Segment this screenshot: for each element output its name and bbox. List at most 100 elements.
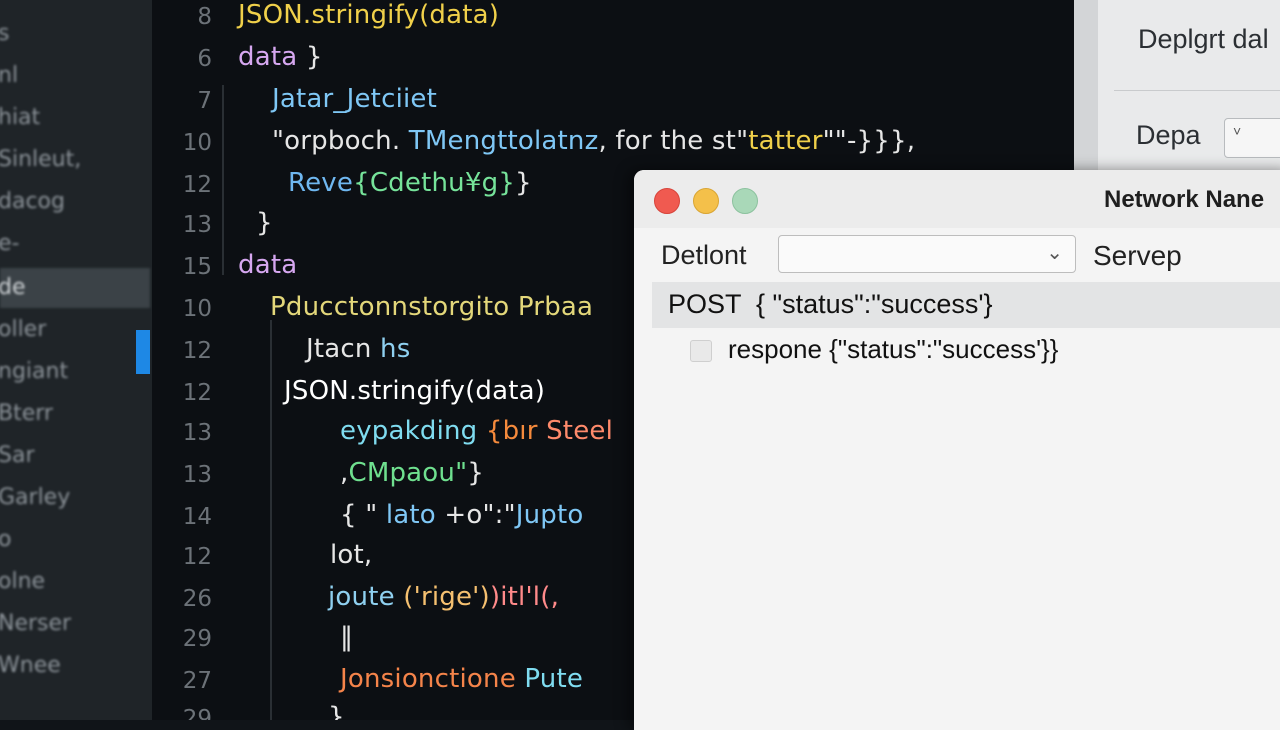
line-number: 14: [182, 504, 212, 530]
code-token: hs: [380, 334, 411, 364]
code-line[interactable]: JSON.stringify(data): [284, 376, 545, 406]
line-number: 26: [182, 586, 212, 612]
code-token: }: [297, 42, 323, 72]
code-token: }: [515, 168, 532, 198]
code-token: Jtacn: [306, 334, 381, 364]
code-line[interactable]: }: [328, 702, 345, 720]
close-window-button[interactable]: [654, 188, 680, 214]
background-panel-label: Depa: [1136, 120, 1201, 150]
code-line[interactable]: JSON.stringify(data): [238, 0, 499, 30]
divider: [1114, 90, 1280, 91]
sidebar-file-item[interactable]: Sinleut,: [0, 140, 150, 180]
background-settings-panel: Deplgrt dal Depa ˅: [1074, 0, 1280, 180]
sidebar-file-item[interactable]: s: [0, 14, 150, 54]
maximize-window-button[interactable]: [732, 188, 758, 214]
line-number: 13: [182, 420, 212, 446]
code-token: Steel: [546, 416, 614, 446]
dialog-titlebar[interactable]: Network Nane: [634, 170, 1280, 228]
line-number: 27: [182, 668, 212, 694]
code-token: ""-}}},: [822, 126, 916, 156]
sidebar-file-item[interactable]: dacog: [0, 182, 150, 222]
request-text: POST { "status":"success'}: [668, 289, 993, 319]
sidebar-file-item[interactable]: Wnee: [0, 646, 150, 686]
code-token: lato: [385, 500, 445, 530]
code-line[interactable]: Jtacn hs: [306, 334, 410, 364]
code-line[interactable]: "orpboch. TMengttolatnz, for the st"tatt…: [272, 126, 915, 156]
code-line[interactable]: Jonsionctione Pute: [340, 664, 583, 694]
code-token: Reve: [288, 168, 354, 198]
code-line[interactable]: ‖: [340, 622, 353, 652]
code-token: data: [238, 250, 298, 280]
sidebar-file-item[interactable]: oller: [0, 310, 150, 350]
code-token: eypakding: [340, 416, 486, 446]
code-line[interactable]: lot,: [330, 540, 372, 570]
line-number: 12: [182, 544, 212, 570]
sidebar-file-item[interactable]: hiat: [0, 98, 150, 138]
sidebar-file-item[interactable]: Garley: [0, 478, 150, 518]
code-token: TMengttolatnz: [408, 126, 599, 156]
sidebar-file-item[interactable]: de: [0, 268, 150, 308]
line-number: 12: [182, 172, 212, 198]
response-checkbox[interactable]: [690, 340, 712, 362]
code-token: Pute: [524, 664, 584, 694]
dialog-title: Network Nane: [1104, 186, 1265, 213]
code-token: data: [238, 42, 298, 72]
request-row[interactable]: POST { "status":"success'}: [652, 282, 1280, 328]
code-token: JSON.stringify(data): [238, 0, 500, 30]
code-line[interactable]: }: [256, 208, 273, 238]
code-token: joute: [328, 582, 404, 612]
sidebar-file-item[interactable]: olne: [0, 562, 150, 602]
code-token: e: [499, 664, 525, 694]
code-token: {Cdethu¥g}: [353, 168, 516, 198]
line-number: 10: [182, 296, 212, 322]
code-token: +o":": [444, 500, 516, 530]
code-token: "orpboch.: [272, 126, 409, 156]
code-token: )itl'l(,: [489, 582, 560, 612]
line-number: 8: [197, 4, 212, 30]
line-number-gutter: 8 6 7 10 12 13 15 10 12 12 13 13 14 12 26 29 27 29: [152, 0, 212, 720]
line-number: 29: [182, 706, 212, 720]
sidebar-file-item[interactable]: Nerser: [0, 604, 150, 644]
code-token: lot,: [330, 540, 373, 570]
sidebar-file-item[interactable]: Bterr: [0, 394, 150, 434]
code-line[interactable]: Reve{Cdethu¥g}}: [288, 168, 532, 198]
server-label: Servep: [1093, 240, 1182, 271]
code-token: JSON.stringify(data): [284, 376, 546, 406]
code-line[interactable]: eypakding {bır Steel: [340, 416, 613, 446]
indent-guide: [270, 320, 272, 720]
code-token: Pducctonnstorgito Prbaa: [270, 292, 594, 322]
code-line[interactable]: joute ('rige'))itl'l(,: [328, 582, 559, 612]
code-line[interactable]: Pducctonnstorgito Prbaa: [270, 292, 593, 322]
code-token: }: [467, 458, 484, 488]
deploy-select[interactable]: ⌄: [778, 235, 1076, 273]
indent-guide: [222, 85, 224, 275]
minimize-window-button[interactable]: [693, 188, 719, 214]
code-line[interactable]: data }: [238, 42, 323, 72]
sidebar-file-item[interactable]: nl: [0, 56, 150, 96]
sidebar-file-item[interactable]: ngiant: [0, 352, 150, 392]
network-dialog: Network Nane Detlont ⌄ Servep POST { "st…: [634, 170, 1280, 730]
chevron-down-icon: ˅: [1233, 123, 1242, 139]
sidebar-file-item[interactable]: e-: [0, 224, 150, 264]
sidebar-file-item[interactable]: o: [0, 520, 150, 560]
code-token: { ": [340, 500, 386, 530]
line-number: 10: [182, 130, 212, 156]
sidebar-file-item[interactable]: Sar: [0, 436, 150, 476]
line-number: 12: [182, 380, 212, 406]
line-number: 7: [197, 88, 212, 114]
line-number: 13: [182, 212, 212, 238]
chevron-down-icon: ⌄: [1046, 242, 1063, 264]
code-line[interactable]: { " lato +o":"Jupto: [340, 500, 584, 530]
code-line[interactable]: ,CMpaou"}: [340, 458, 484, 488]
code-token: tatter: [748, 126, 823, 156]
panel-edge: [1074, 0, 1098, 180]
response-text: respone {"status":"success'}}: [728, 334, 1059, 364]
code-token: Jatar_Jetciiet: [272, 84, 438, 114]
code-line[interactable]: Jatar_Jetciiet: [272, 84, 437, 114]
line-number: 12: [182, 338, 212, 364]
code-line[interactable]: data: [238, 250, 297, 280]
code-token: Jupto: [515, 500, 584, 530]
line-number: 6: [197, 46, 212, 72]
code-token: , for the st": [598, 126, 749, 156]
background-panel-select[interactable]: ˅: [1224, 118, 1280, 158]
